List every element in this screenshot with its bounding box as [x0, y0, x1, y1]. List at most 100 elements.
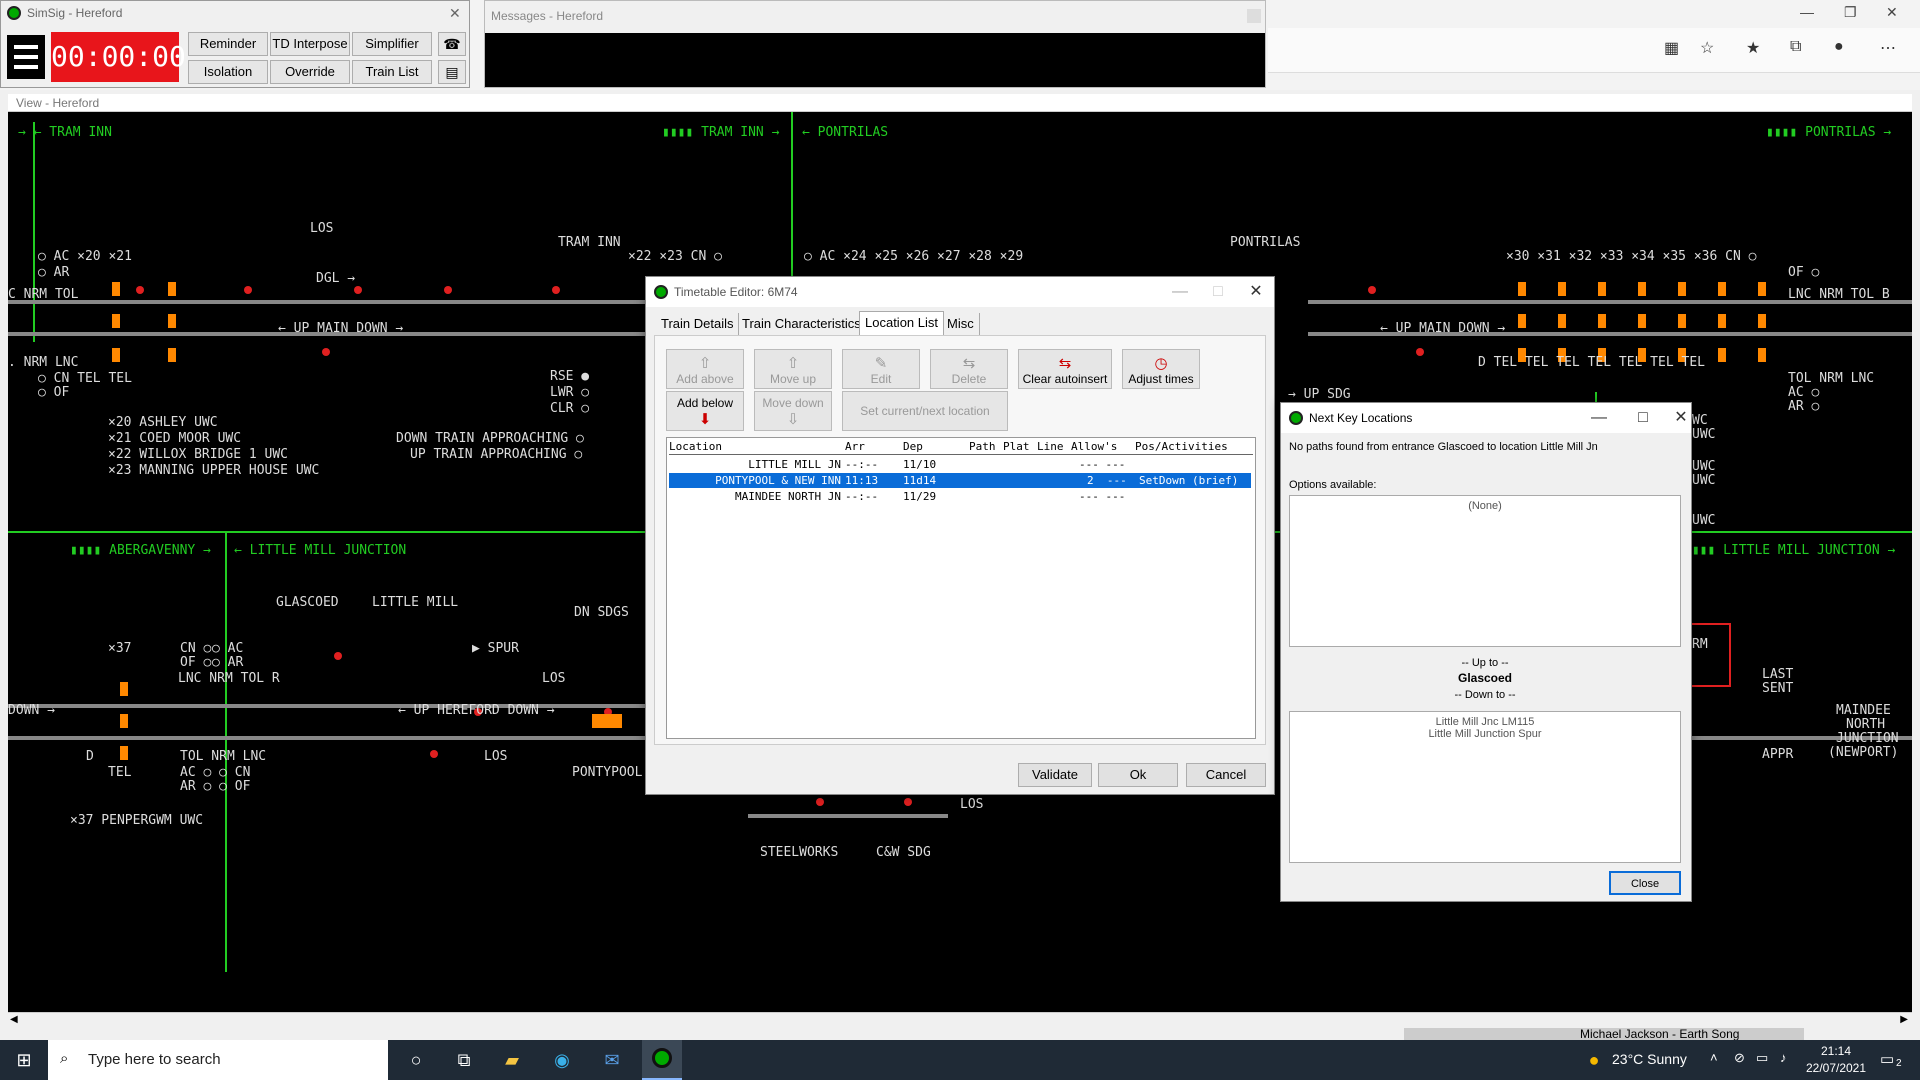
clock-time[interactable]: 21:14 [1806, 1044, 1866, 1058]
clock-date[interactable]: 22/07/2021 [1800, 1061, 1872, 1075]
berth [1758, 348, 1766, 362]
berth [112, 348, 120, 362]
file-explorer-icon[interactable]: ▰ [500, 1048, 524, 1072]
weather-text[interactable]: 23°C Sunny [1612, 1051, 1687, 1067]
reminder-button[interactable]: Reminder [188, 32, 268, 56]
column-header[interactable]: Plat [1003, 440, 1030, 453]
train-list-button[interactable]: Train List [352, 60, 432, 84]
signal [244, 286, 252, 294]
minimize-icon[interactable]: — [1800, 4, 1814, 20]
validate-button[interactable]: Validate [1018, 763, 1092, 787]
override-button[interactable]: Override [270, 60, 350, 84]
simplifier-button[interactable]: Simplifier [352, 32, 432, 56]
edge-icon[interactable]: ◉ [550, 1048, 574, 1072]
task-view-icon[interactable]: ⧉ [452, 1048, 476, 1072]
track-label: LWR ○ [550, 385, 589, 400]
more-icon[interactable]: ⋯ [1880, 38, 1896, 58]
add-below-button[interactable]: Add below ⬇ [666, 391, 744, 431]
tab-train-characteristics[interactable]: Train Characteristics [737, 313, 867, 335]
close-icon[interactable]: ✕ [1236, 277, 1276, 307]
signal [552, 286, 560, 294]
close-icon[interactable]: ✕ [449, 1, 461, 25]
maximize-icon[interactable]: □ [1623, 403, 1663, 433]
track-label: ×21 COED MOOR UWC [108, 431, 241, 446]
tab-train-details[interactable]: Train Details [656, 313, 740, 335]
taskbar[interactable]: ⊞ ⌕ Type here to search ○ ⧉ ▰ ◉ ✉ Michae… [0, 1028, 1920, 1080]
collections-icon[interactable]: ⧉ [1790, 38, 1801, 56]
minimize-icon[interactable]: — [1160, 277, 1200, 307]
column-header[interactable]: Arr [845, 440, 865, 453]
track-label: LOS [960, 797, 983, 812]
media-title[interactable]: Michael Jackson - Earth Song [1404, 1028, 1804, 1040]
list-item[interactable]: Little Mill Jnc LM115 [1290, 716, 1680, 728]
show-hidden-icons[interactable]: ˄ [1710, 1050, 1718, 1065]
favorites-icon[interactable]: ★ [1746, 38, 1760, 58]
favorite-add-icon[interactable]: ☆ [1700, 38, 1714, 58]
table-row[interactable]: MAINDEE NORTH JN --:-- 11/29 --- --- [669, 489, 1251, 504]
view-scrollbar[interactable]: ◀ ▶ [8, 1012, 1912, 1029]
timetable-editor-dialog[interactable]: Timetable Editor: 6M74 — □ ✕ Train Detai… [645, 276, 1275, 795]
browser-toolbar [1268, 28, 1920, 73]
telephone-icon[interactable]: ☎ [438, 32, 466, 56]
simsig-control-window[interactable]: SimSig - Hereford ✕ 00:00:00 Reminder TD… [0, 0, 470, 88]
list-item[interactable]: Little Mill Junction Spur [1290, 728, 1680, 740]
cancel-button[interactable]: Cancel [1186, 763, 1266, 787]
printer-icon[interactable]: ▤ [438, 60, 466, 84]
ok-button[interactable]: Ok [1098, 763, 1178, 787]
track-label: ← UP MAIN DOWN → [1380, 321, 1505, 336]
column-header[interactable]: Line [1037, 440, 1064, 453]
tab-misc[interactable]: Misc [942, 313, 980, 335]
close-icon[interactable]: ✕ [1667, 403, 1695, 433]
messages-window[interactable]: Messages - Hereford [484, 0, 1266, 88]
minimize-icon[interactable]: — [1579, 403, 1619, 433]
sim-clock[interactable]: 00:00:00 [51, 32, 186, 82]
column-header[interactable]: Location [669, 440, 722, 453]
split-screen-icon[interactable]: ▦ [1664, 38, 1679, 58]
down-to-list[interactable]: Little Mill Jnc LM115 Little Mill Juncti… [1289, 711, 1681, 863]
messages-close-icon[interactable] [1247, 9, 1261, 23]
restore-icon[interactable]: ❐ [1844, 4, 1857, 21]
scroll-left-icon[interactable]: ◀ [10, 1014, 18, 1025]
network-icon[interactable]: ▭ [1756, 1050, 1768, 1066]
track-label: TOL NRM LNC [180, 749, 266, 764]
track-label: ○ AC ×20 ×21 [38, 249, 132, 264]
volume-icon[interactable]: ♪ [1780, 1050, 1787, 1065]
maximize-icon[interactable]: □ [1198, 277, 1238, 307]
bluetooth-off-icon[interactable]: ⊘ [1734, 1050, 1745, 1066]
track-label: ×20 ASHLEY UWC [108, 415, 218, 430]
tab-location-list[interactable]: Location List [859, 311, 944, 336]
scroll-right-icon[interactable]: ▶ [1900, 1014, 1908, 1025]
windows-start-icon[interactable]: ⊞ [12, 1048, 36, 1072]
column-header[interactable]: Dep [903, 440, 923, 453]
close-icon[interactable]: ✕ [1886, 4, 1898, 21]
close-button[interactable]: Close [1609, 871, 1681, 895]
menu-icon[interactable] [7, 35, 45, 79]
notification-icon[interactable]: ▭ [1880, 1050, 1894, 1068]
track-label: RSE ● [550, 369, 589, 384]
options-list[interactable]: (None) [1289, 495, 1681, 647]
cortana-icon[interactable]: ○ [404, 1048, 428, 1072]
column-header[interactable]: Allow's [1071, 440, 1117, 453]
next-key-locations-dialog[interactable]: Next Key Locations — □ ✕ No paths found … [1280, 402, 1692, 902]
track-label: LNC NRM TOL R [178, 671, 280, 686]
edit-button: ✎ Edit [842, 349, 920, 389]
search-box[interactable]: ⌕ Type here to search [48, 1040, 388, 1080]
table-row-selected[interactable]: PONTYPOOL & NEW INN 11:13 11d14 2 --- Se… [669, 473, 1251, 488]
track-label: → ← TRAM INN [18, 125, 112, 140]
simsig-taskbar-button[interactable] [642, 1040, 682, 1080]
list-item[interactable]: (None) [1290, 500, 1680, 512]
td-interpose-button[interactable]: TD Interpose [270, 32, 350, 56]
profile-icon[interactable]: ● [1834, 38, 1844, 56]
mail-icon[interactable]: ✉ [600, 1048, 624, 1072]
track-label: D TEL TEL TEL TEL TEL TEL TEL [1478, 355, 1705, 370]
adjust-times-button[interactable]: ◷ Adjust times [1122, 349, 1200, 389]
track-label: ▮▮▮▮ PONTRILAS → [1766, 125, 1891, 140]
weather-sun-icon[interactable]: ● [1582, 1048, 1606, 1072]
isolation-button[interactable]: Isolation [188, 60, 268, 84]
column-header[interactable]: Path [969, 440, 996, 453]
location-list-table[interactable]: Location Arr Dep Path Plat Line Allow's … [666, 437, 1256, 739]
column-header[interactable]: Pos/Activities [1135, 440, 1228, 453]
clear-autoinsert-button[interactable]: ⇆ Clear autoinsert [1018, 349, 1112, 389]
signal [322, 348, 330, 356]
table-row[interactable]: LITTLE MILL JN --:-- 11/10 --- --- [669, 457, 1251, 472]
